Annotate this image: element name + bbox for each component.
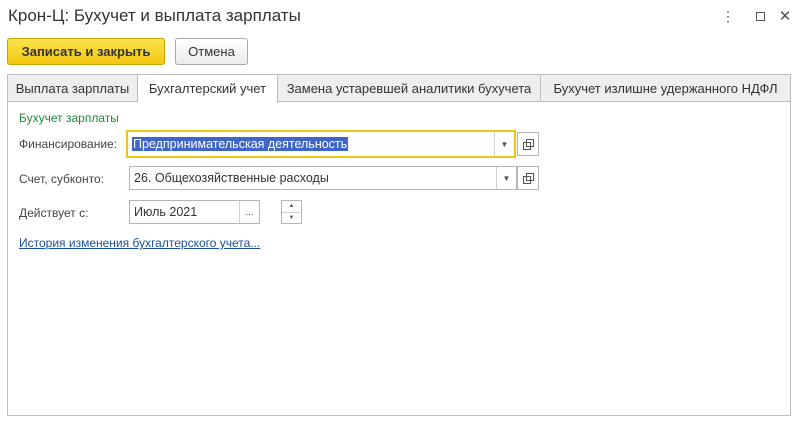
account-label: Счет, субконто: (19, 172, 104, 186)
open-in-window-icon (523, 139, 534, 150)
tab-panel-accounting: Бухучет зарплаты Финансирование: Предпри… (7, 101, 791, 416)
chevron-up-icon[interactable]: ▲ (282, 201, 301, 212)
tab-replace-analytics[interactable]: Замена устаревшей аналитики бухучета (277, 74, 541, 102)
account-field[interactable]: 26. Общехозяйственные расходы ▼ (129, 166, 517, 190)
tab-accounting[interactable]: Бухгалтерский учет (137, 74, 278, 103)
section-title: Бухучет зарплаты (19, 111, 119, 125)
tab-salary-payment[interactable]: Выплата зарплаты (7, 74, 138, 102)
financing-field[interactable]: Предпринимательская деятельность ▼ (126, 130, 516, 158)
effective-date-field[interactable]: Июль 2021 ... (129, 200, 260, 224)
chevron-down-icon[interactable]: ▼ (494, 132, 514, 156)
open-in-window-icon (523, 173, 534, 184)
close-button[interactable]: ✕ (775, 6, 795, 26)
chevron-down-icon[interactable]: ▼ (496, 167, 516, 189)
tab-excess-ndfl[interactable]: Бухучет излишне удержанного НДФЛ (540, 74, 791, 102)
window-title: Крон-Ц: Бухучет и выплата зарплаты (8, 6, 301, 25)
financing-label: Финансирование: (19, 137, 118, 151)
effective-date-value: Июль 2021 (134, 205, 198, 219)
financing-value: Предпринимательская деятельность (132, 137, 349, 151)
save-and-close-button[interactable]: Записать и закрыть (7, 38, 165, 65)
accounting-history-link[interactable]: История изменения бухгалтерского учета..… (19, 236, 260, 250)
maximize-icon (755, 11, 765, 21)
account-value: 26. Общехозяйственные расходы (134, 171, 329, 185)
effective-label: Действует с: (19, 206, 89, 220)
maximize-button[interactable] (750, 6, 770, 26)
account-open-button[interactable] (517, 166, 539, 190)
period-spinner[interactable]: ▲ ▼ (281, 200, 302, 224)
financing-open-button[interactable] (517, 132, 539, 156)
more-menu-icon[interactable]: ⋮ (718, 6, 738, 26)
select-period-button[interactable]: ... (239, 201, 259, 223)
cancel-button[interactable]: Отмена (175, 38, 248, 65)
chevron-down-icon[interactable]: ▼ (282, 211, 301, 224)
